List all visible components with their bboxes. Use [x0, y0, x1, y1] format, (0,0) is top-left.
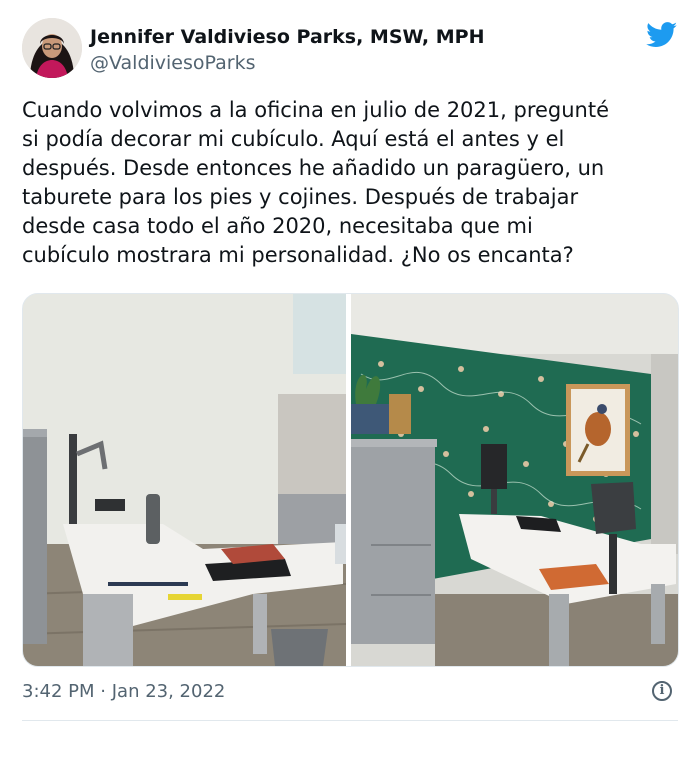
- tweet-header: Jennifer Valdivieso Parks, MSW, MPH @Val…: [22, 18, 678, 80]
- timestamp-time: 3:42 PM: [22, 681, 95, 702]
- divider: [22, 720, 678, 721]
- author-handle[interactable]: @ValdiviesoParks: [90, 52, 255, 74]
- avatar[interactable]: [22, 18, 82, 78]
- timestamp-separator: ·: [100, 681, 106, 702]
- photo-after[interactable]: [351, 294, 678, 666]
- photo-grid: [22, 293, 679, 667]
- photo-before[interactable]: [23, 294, 346, 666]
- tweet-text: Cuando volvimos a la oficina en julio de…: [22, 98, 610, 267]
- author-name[interactable]: Jennifer Valdivieso Parks, MSW, MPH: [90, 26, 484, 48]
- twitter-bird-icon[interactable]: [646, 22, 678, 48]
- tweet-timestamp[interactable]: 3:42 PM · Jan 23, 2022: [22, 681, 225, 702]
- timestamp-date: Jan 23, 2022: [111, 681, 226, 702]
- info-icon[interactable]: i: [652, 681, 672, 701]
